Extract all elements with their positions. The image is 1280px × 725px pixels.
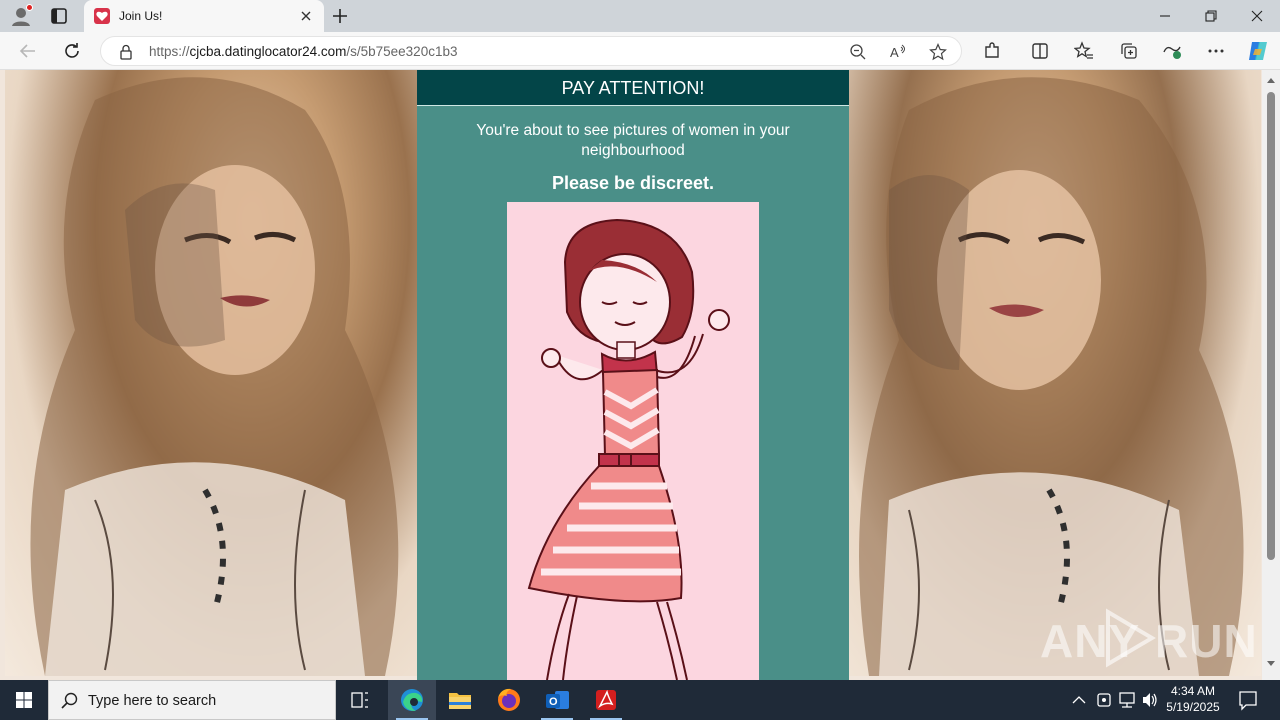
outlook-icon[interactable]: O xyxy=(533,680,581,720)
heart-icon xyxy=(94,8,110,24)
warning-panel: PAY ATTENTION! You're about to see pictu… xyxy=(417,70,849,680)
plus-icon[interactable] xyxy=(331,7,349,25)
background-portrait-left xyxy=(5,70,417,676)
vertical-scrollbar[interactable] xyxy=(1262,70,1280,680)
scroll-up-icon[interactable] xyxy=(1266,76,1276,84)
taskbar-clock[interactable]: 4:34 AM 5/19/2025 xyxy=(1158,683,1228,715)
warning-message: You're about to see pictures of women in… xyxy=(476,122,790,159)
scroll-down-icon[interactable] xyxy=(1266,660,1276,668)
close-icon[interactable] xyxy=(298,8,314,24)
windows-icon[interactable] xyxy=(0,680,48,720)
taskbar-search-box[interactable]: Type here to search xyxy=(48,680,336,720)
profile-icon[interactable] xyxy=(10,4,33,27)
device-icon[interactable] xyxy=(1094,680,1114,720)
windows-taskbar: Type here to search O 4:34 AM 5/19/2025 xyxy=(0,680,1280,720)
page-title: PAY ATTENTION! xyxy=(561,78,705,98)
play-logo-icon xyxy=(1106,608,1156,668)
split-screen-icon[interactable] xyxy=(1030,41,1050,61)
minimize-icon[interactable] xyxy=(1142,0,1188,32)
notification-icon[interactable] xyxy=(1236,680,1260,720)
volume-icon[interactable] xyxy=(1140,680,1160,720)
task-view-icon[interactable] xyxy=(336,680,384,720)
collections-icon[interactable] xyxy=(1119,41,1139,61)
firefox-icon[interactable] xyxy=(485,680,533,720)
file-explorer-icon[interactable] xyxy=(436,680,484,720)
lock-icon[interactable] xyxy=(119,44,133,65)
watermark-right-text: RUN xyxy=(1155,615,1258,667)
address-bar[interactable]: https://cjcba.datinglocator24.com/s/5b75… xyxy=(100,36,962,66)
tab-title: Join Us! xyxy=(119,9,163,23)
network-icon[interactable] xyxy=(1117,680,1137,720)
svg-text:A: A xyxy=(890,45,899,60)
refresh-icon[interactable] xyxy=(62,41,82,61)
clock-date: 5/19/2025 xyxy=(1166,700,1220,714)
more-icon[interactable] xyxy=(1206,41,1226,61)
navigation-toolbar: https://cjcba.datinglocator24.com/s/5b75… xyxy=(0,32,1280,70)
tab-actions-icon[interactable] xyxy=(50,7,68,25)
search-placeholder: Type here to search xyxy=(88,693,217,709)
restore-icon[interactable] xyxy=(1188,0,1234,32)
search-icon xyxy=(61,692,78,709)
edge-icon[interactable] xyxy=(388,680,436,720)
panel-header: PAY ATTENTION! xyxy=(417,70,849,106)
zoom-out-icon[interactable] xyxy=(849,43,867,61)
extensions-icon[interactable] xyxy=(982,41,1002,61)
acrobat-icon[interactable] xyxy=(582,680,630,720)
cartoon-girl-image xyxy=(507,202,759,680)
favorite-star-icon[interactable] xyxy=(929,43,947,61)
performance-icon[interactable] xyxy=(1162,41,1182,61)
close-window-icon[interactable] xyxy=(1234,0,1280,32)
url-text[interactable]: https://cjcba.datinglocator24.com/s/5b75… xyxy=(149,44,457,59)
back-icon[interactable] xyxy=(18,41,38,61)
tab-strip: Join Us! xyxy=(0,0,1280,32)
read-aloud-icon[interactable]: A xyxy=(889,43,907,61)
tab-join-us[interactable]: Join Us! xyxy=(84,0,324,32)
favorites-icon[interactable] xyxy=(1073,41,1094,61)
discreet-notice: Please be discreet. xyxy=(551,173,715,193)
background-portrait-right xyxy=(849,70,1261,676)
svg-text:O: O xyxy=(549,696,558,708)
page-viewport: PAY ATTENTION! You're about to see pictu… xyxy=(0,70,1280,680)
clock-time: 4:34 AM xyxy=(1170,684,1216,698)
copilot-icon[interactable] xyxy=(1246,39,1270,63)
scrollbar-thumb[interactable] xyxy=(1267,92,1275,560)
chevron-up-icon[interactable] xyxy=(1070,680,1088,720)
